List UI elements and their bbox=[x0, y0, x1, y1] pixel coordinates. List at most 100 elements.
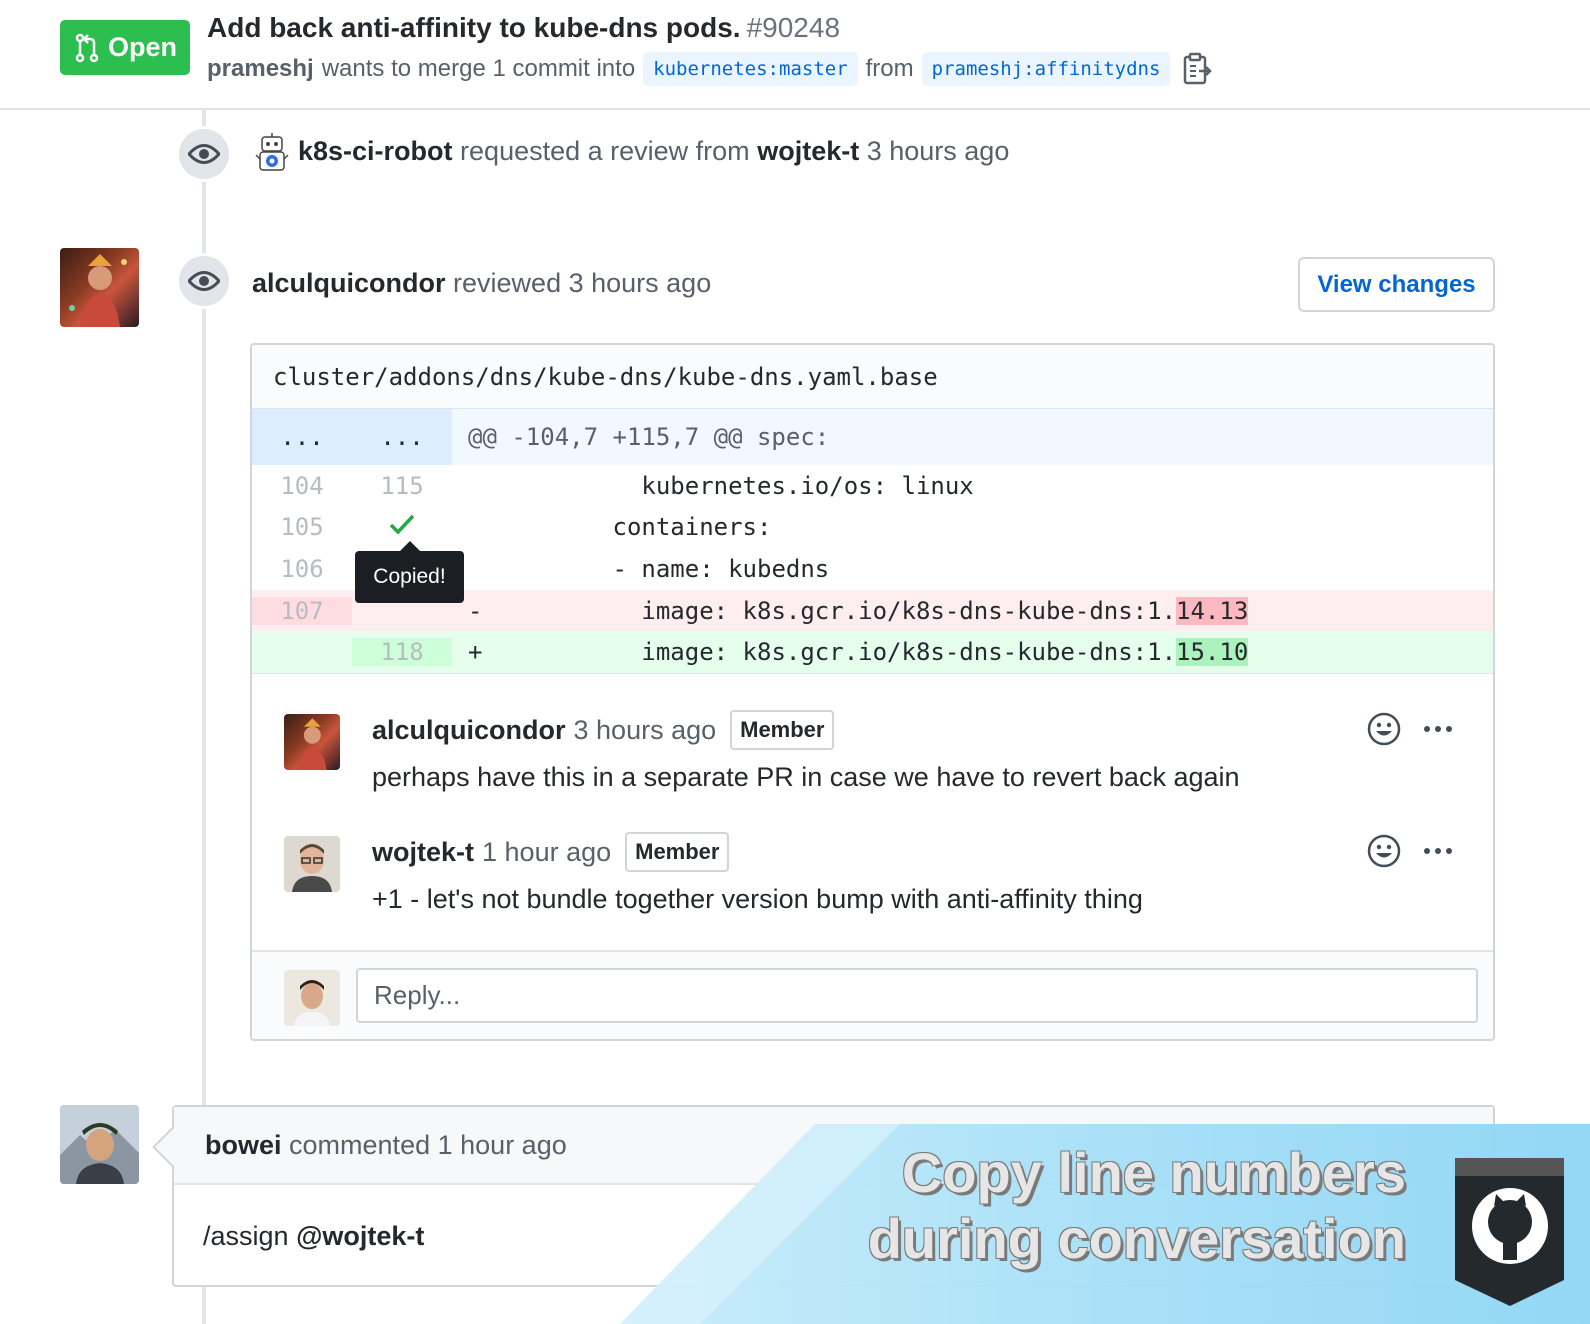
comment-author[interactable]: wojtek-t bbox=[372, 837, 474, 868]
diff-line: 105 containers: bbox=[252, 507, 1493, 549]
comment-actions bbox=[1367, 712, 1453, 746]
review-request-time[interactable]: 3 hours ago bbox=[867, 136, 1010, 166]
pr-merge-text: wants to merge 1 commit into bbox=[321, 55, 636, 82]
base-branch[interactable]: kubernetes:master bbox=[643, 52, 858, 86]
clipboard-icon[interactable] bbox=[1182, 52, 1213, 86]
review-action: reviewed bbox=[453, 268, 562, 298]
diff-code: kubernetes.io/os: linux bbox=[452, 472, 1493, 500]
diff-changed-text: 15.10 bbox=[1176, 638, 1249, 667]
kebab-horizontal-icon[interactable] bbox=[1423, 724, 1453, 734]
diff-code-text: image: k8s.gcr.io/k8s-dns-kube-dns:1. bbox=[525, 596, 1177, 625]
comment-actions bbox=[1367, 834, 1453, 868]
smiley-icon[interactable] bbox=[1367, 712, 1401, 746]
comment-time[interactable]: 1 hour ago bbox=[482, 837, 611, 868]
diff-sign: - bbox=[468, 596, 483, 625]
pr-meta: prameshj wants to merge 1 commit into ku… bbox=[207, 52, 1213, 86]
pr-state-label: Open bbox=[108, 32, 178, 62]
diff-sign: + bbox=[468, 638, 483, 667]
hunk-expander-new[interactable]: ... bbox=[352, 409, 452, 465]
diff-sign bbox=[468, 555, 482, 583]
line-number-old[interactable]: 105 bbox=[252, 513, 352, 541]
view-changes-button[interactable]: View changes bbox=[1298, 257, 1495, 312]
review-event-text: alculquicondor reviewed 3 hours ago bbox=[252, 268, 711, 299]
pr-state-badge: Open bbox=[60, 20, 190, 75]
alculquicondor-avatar[interactable] bbox=[60, 248, 139, 327]
diff-code-text: kubernetes.io/os: linux bbox=[525, 471, 974, 500]
review-request-action: requested a review from bbox=[460, 136, 750, 166]
diff-changed-text: 14.13 bbox=[1176, 596, 1249, 625]
k8s-ci-robot-avatar[interactable] bbox=[252, 133, 292, 173]
git-pull-request-icon bbox=[75, 33, 99, 62]
alculquicondor-avatar[interactable] bbox=[284, 714, 340, 770]
review-time[interactable]: 3 hours ago bbox=[569, 268, 712, 298]
smiley-icon[interactable] bbox=[1367, 834, 1401, 868]
reply-bar: Reply... bbox=[252, 950, 1493, 1039]
member-badge: Member bbox=[730, 710, 835, 750]
hunk-expander-old[interactable]: ... bbox=[252, 409, 352, 465]
head-branch[interactable]: prameshj:affinitydns bbox=[921, 52, 1171, 86]
comment-body-text: /assign bbox=[203, 1221, 297, 1251]
wojtek-t-avatar[interactable] bbox=[284, 836, 340, 892]
promo-banner-line1: Copy line numbers bbox=[901, 1141, 1406, 1204]
review-thread: cluster/addons/dns/kube-dns/kube-dns.yam… bbox=[250, 343, 1495, 1041]
comment-author[interactable]: bowei bbox=[205, 1130, 282, 1161]
review-request-badge bbox=[176, 126, 232, 182]
avatar-photo bbox=[69, 254, 127, 327]
line-number-old[interactable]: 104 bbox=[252, 472, 352, 500]
line-number-new[interactable]: 115 bbox=[352, 472, 452, 500]
pr-author-link[interactable]: prameshj bbox=[207, 55, 314, 83]
line-number-new[interactable]: 118 bbox=[352, 638, 452, 667]
comment-header: wojtek-t 1 hour ago Member bbox=[372, 832, 730, 872]
pr-number: #90248 bbox=[746, 12, 841, 43]
review-actor[interactable]: alculquicondor bbox=[252, 268, 446, 298]
pr-header: Open Add back anti-affinity to kube-dns … bbox=[0, 0, 1590, 110]
comment-time[interactable]: 3 hours ago bbox=[574, 715, 717, 746]
review-comments: alculquicondor 3 hours ago Member perhap… bbox=[252, 673, 1493, 914]
pr-title-text: Add back anti-affinity to kube-dns pods. bbox=[207, 12, 741, 43]
promo-banner-caption: Copy line numbers during conversation bbox=[868, 1140, 1406, 1272]
comment-author[interactable]: alculquicondor bbox=[372, 715, 566, 746]
diff-code-text: containers: bbox=[525, 513, 772, 542]
comment-body: perhaps have this in a separate PR in ca… bbox=[372, 762, 1240, 792]
current-user-avatar bbox=[284, 970, 340, 1026]
eye-icon bbox=[188, 144, 220, 164]
diff-code-text: image: k8s.gcr.io/k8s-dns-kube-dns:1. bbox=[525, 638, 1177, 667]
avatar-photo bbox=[284, 970, 340, 1026]
diff-file-path[interactable]: cluster/addons/dns/kube-dns/kube-dns.yam… bbox=[252, 345, 1493, 409]
reply-input[interactable]: Reply... bbox=[356, 968, 1478, 1023]
diff-code: + image: k8s.gcr.io/k8s-dns-kube-dns:1.1… bbox=[452, 638, 1493, 667]
diff-hunk-row: ... ... @@ -104,7 +115,7 @@ spec: bbox=[252, 409, 1493, 465]
diff-line: 104 115 kubernetes.io/os: linux bbox=[252, 465, 1493, 507]
diff-code: - name: kubedns bbox=[452, 555, 1493, 583]
line-number-new-copied[interactable] bbox=[352, 513, 452, 541]
comment-action: commented bbox=[289, 1129, 431, 1160]
diff-code-text: - name: kubedns bbox=[525, 554, 830, 583]
comment-header: alculquicondor 3 hours ago Member bbox=[372, 710, 835, 750]
pr-title: Add back anti-affinity to kube-dns pods.… bbox=[207, 12, 840, 44]
eye-icon bbox=[188, 271, 220, 291]
comment-time[interactable]: 1 hour ago bbox=[438, 1130, 567, 1161]
review-request-target[interactable]: wojtek-t bbox=[757, 136, 859, 166]
robot-icon bbox=[255, 133, 289, 171]
check-icon bbox=[389, 515, 415, 535]
review-badge bbox=[176, 253, 232, 309]
hunk-header: @@ -104,7 +115,7 @@ spec: bbox=[468, 423, 830, 451]
line-number-old[interactable]: 106 bbox=[252, 555, 352, 583]
diff-code: containers: bbox=[452, 513, 1493, 541]
diff-sign bbox=[468, 472, 482, 500]
bowei-avatar[interactable] bbox=[60, 1105, 139, 1184]
diff-code: - image: k8s.gcr.io/k8s-dns-kube-dns:1.1… bbox=[452, 596, 1493, 625]
avatar-photo bbox=[298, 718, 327, 770]
kebab-horizontal-icon[interactable] bbox=[1423, 846, 1453, 856]
copied-tooltip: Copied! bbox=[355, 541, 464, 603]
avatar-photo bbox=[284, 836, 340, 892]
line-number-old[interactable]: 107 bbox=[252, 596, 352, 625]
review-request-text: k8s-ci-robot requested a review from woj… bbox=[298, 136, 1009, 167]
diff-sign bbox=[468, 513, 482, 541]
user-mention[interactable]: @wojtek-t bbox=[296, 1221, 424, 1251]
review-request-actor[interactable]: k8s-ci-robot bbox=[298, 136, 453, 166]
member-badge: Member bbox=[625, 832, 730, 872]
pr-from-text: from bbox=[865, 55, 914, 82]
promo-banner-line2: during conversation bbox=[867, 1207, 1406, 1270]
diff-line-addition: 118 + image: k8s.gcr.io/k8s-dns-kube-dns… bbox=[252, 631, 1493, 673]
